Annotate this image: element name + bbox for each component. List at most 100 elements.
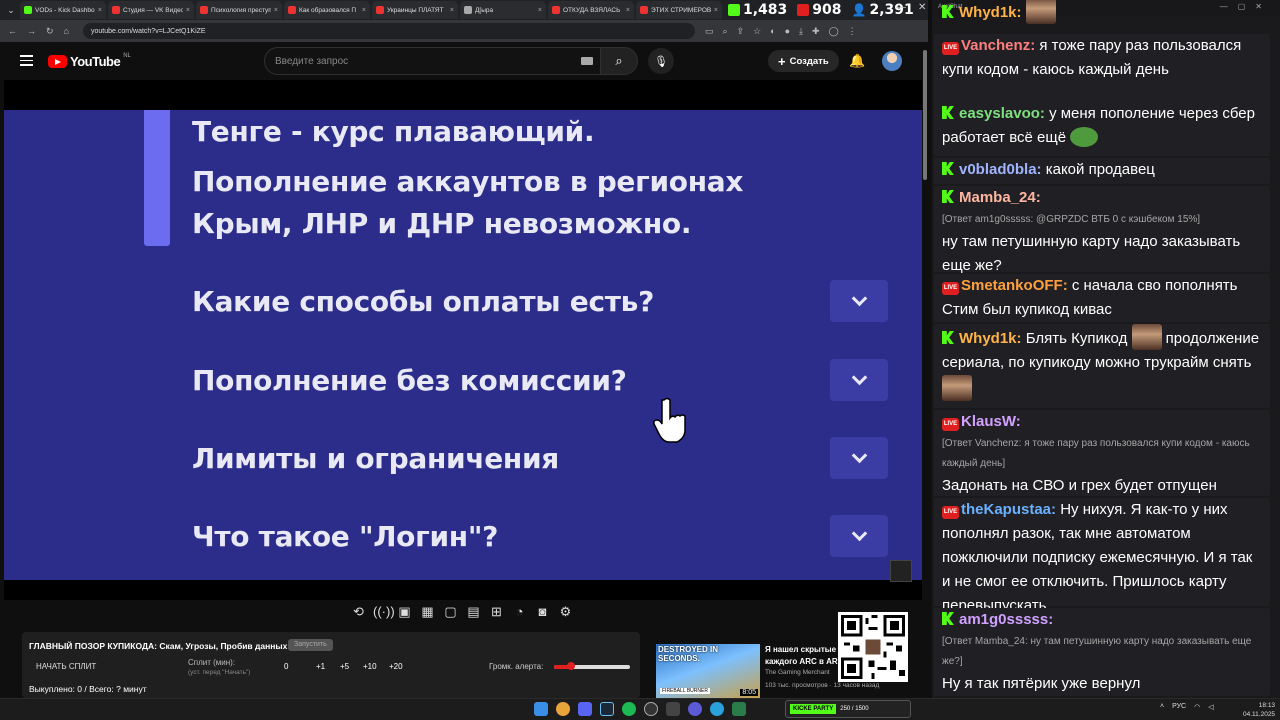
create-label: Создать (789, 55, 829, 67)
recommended-video-channel[interactable]: The Gaming Merchant (765, 669, 830, 676)
film-icon[interactable]: ▤ (465, 604, 482, 626)
menu-icon[interactable] (20, 55, 33, 66)
recommended-video-title[interactable]: Я нашел скрытые каждого ARC в AR (765, 644, 840, 668)
kick-party-widget[interactable]: KICKE PARTY 250 / 1500 (785, 700, 911, 718)
bookmark-star-icon[interactable]: ☆ (753, 26, 761, 37)
cast-icon[interactable]: ▭ (705, 26, 714, 37)
home-icon[interactable]: ⌂ (64, 26, 69, 36)
close-icon[interactable]: × (538, 7, 542, 14)
chrome-icon[interactable] (556, 702, 570, 716)
video-player[interactable]: Тенге - курс плавающий. Пополнение аккау… (4, 80, 922, 600)
close-icon[interactable]: × (450, 7, 454, 14)
windows-start-icon[interactable] (534, 702, 548, 716)
browser-tab[interactable]: Как образовался П × (284, 1, 370, 19)
extension-icon[interactable]: ● (785, 26, 790, 37)
slider-knob[interactable] (566, 662, 575, 670)
clapper-icon[interactable]: ▦ (419, 604, 436, 626)
kebab-menu-icon[interactable]: ⋮ (848, 26, 857, 37)
wifi-icon[interactable]: ◠ (1194, 703, 1200, 711)
screen-icon[interactable]: ▣ (396, 604, 413, 626)
clock[interactable]: 18:13 04.11.2025 (1243, 701, 1275, 719)
share-icon[interactable]: ⇪ (737, 26, 745, 37)
hand-cursor-icon (653, 397, 686, 443)
speed-icon[interactable]: ◔ (511, 604, 528, 626)
vk-live-icon: LIVE (942, 418, 959, 431)
puzzle-icon[interactable]: ✚ (812, 26, 820, 37)
alert-volume-slider[interactable] (554, 662, 630, 670)
back-icon[interactable]: ← (8, 26, 17, 36)
spotify-icon[interactable] (622, 702, 636, 716)
add-1-button[interactable]: +1 (316, 662, 325, 671)
chat-nick: am1g0sssss (959, 611, 1049, 628)
browser-tab[interactable]: ЭТИХ СТРИМЕРОВ × (636, 1, 722, 19)
broadcast-icon[interactable]: ((·)) (373, 604, 395, 626)
kick-party-label: KICKE PARTY (790, 704, 837, 714)
browser-tab[interactable]: Студия — VK Видео × (108, 1, 194, 19)
discord-icon[interactable] (578, 702, 592, 716)
voice-search-button[interactable]: 🎙 (648, 48, 674, 74)
nick-colon: : (1016, 330, 1022, 347)
split-label: Сплит (мин): (188, 658, 236, 667)
close-icon[interactable]: × (714, 7, 718, 14)
keyboard-icon[interactable] (581, 57, 593, 65)
search-button[interactable]: ⌕ (600, 47, 638, 75)
start-split-button[interactable]: НАЧАТЬ СПЛИТ (36, 662, 96, 671)
minimize-icon[interactable]: — (896, 2, 906, 13)
settings-gear-icon[interactable]: ⚙ (557, 604, 574, 626)
create-button[interactable]: + Создать (768, 50, 839, 72)
plus-icon: + (778, 53, 786, 69)
page-scrollbar[interactable] (922, 42, 928, 652)
pepe-emote-icon (1070, 127, 1099, 147)
window-controls: — ✕ (896, 2, 926, 13)
scrollbar-thumb[interactable] (923, 50, 927, 180)
browser-tab[interactable]: Д[ыра × (460, 1, 546, 19)
loop-icon[interactable]: ⟲ (350, 604, 367, 626)
tab-search-icon[interactable]: ⌄ (4, 3, 18, 17)
app-icon[interactable] (732, 702, 746, 716)
add-20-button[interactable]: +20 (389, 662, 403, 671)
app-icon[interactable] (666, 702, 680, 716)
zoom-icon[interactable]: ⌕ (723, 26, 728, 37)
steam-icon[interactable] (600, 702, 614, 716)
browser-tab[interactable]: Украинцы ПЛАТЯТ × (372, 1, 458, 19)
media-player-icon[interactable] (688, 702, 702, 716)
notifications-bell-icon[interactable]: 🔔 (849, 53, 865, 69)
close-icon[interactable]: × (274, 7, 278, 14)
add-icon[interactable]: ⊞ (488, 604, 505, 626)
close-window-icon[interactable]: ✕ (918, 2, 926, 13)
camera-icon[interactable]: ◙ (534, 604, 551, 626)
volume-icon[interactable]: ◁ (1208, 703, 1213, 711)
language-indicator[interactable]: РУС (1172, 703, 1186, 711)
close-icon[interactable]: × (362, 7, 366, 14)
extension-icon[interactable]: ◐ (770, 26, 775, 37)
qr-code (838, 612, 908, 682)
browser-tab[interactable]: ОТКУДА ВЗЯЛАСЬ × (548, 1, 634, 19)
search-input[interactable]: Введите запрос (264, 47, 604, 75)
faq-expand-button (830, 280, 888, 322)
chat-message: am1g0sssss: [Ответ Mamba_24: ну там пету… (934, 608, 1270, 696)
chevron-up-icon[interactable]: ˄ (1160, 703, 1164, 711)
close-icon[interactable]: × (98, 7, 102, 14)
download-icon[interactable]: ⤓ (799, 26, 803, 37)
forward-icon[interactable]: → (27, 26, 36, 36)
close-icon[interactable]: × (626, 7, 630, 14)
url-field[interactable]: youtube.com/watch?v=LJCetQ1KiZE (82, 23, 695, 39)
kick-icon (942, 106, 954, 119)
browser-tab[interactable]: VODs - Kick Dashbo × (20, 1, 106, 19)
obs-icon[interactable] (644, 702, 658, 716)
recommended-video-thumbnail[interactable]: DESTROYED IN SECONDS. FIREBALL BURNER 8:… (656, 644, 760, 698)
tab-title: Украинцы ПЛАТЯТ (387, 6, 444, 14)
telegram-icon[interactable] (710, 702, 724, 716)
alert-volume-label: Громк. алерта: (489, 662, 544, 671)
chat-nick: Whyd1k (959, 330, 1017, 347)
add-10-button[interactable]: +10 (363, 662, 377, 671)
add-5-button[interactable]: +5 (340, 662, 349, 671)
profile-icon[interactable]: ◯ (829, 26, 839, 37)
avatar[interactable] (882, 51, 902, 71)
picture-icon[interactable]: ▢ (442, 604, 459, 626)
browser-tab[interactable]: Психология преступ × (196, 1, 282, 19)
launch-button[interactable]: Запустить (288, 639, 333, 651)
youtube-logo[interactable]: YouTube NL (48, 53, 131, 69)
reload-icon[interactable]: ↻ (46, 26, 54, 37)
close-icon[interactable]: × (186, 7, 190, 14)
